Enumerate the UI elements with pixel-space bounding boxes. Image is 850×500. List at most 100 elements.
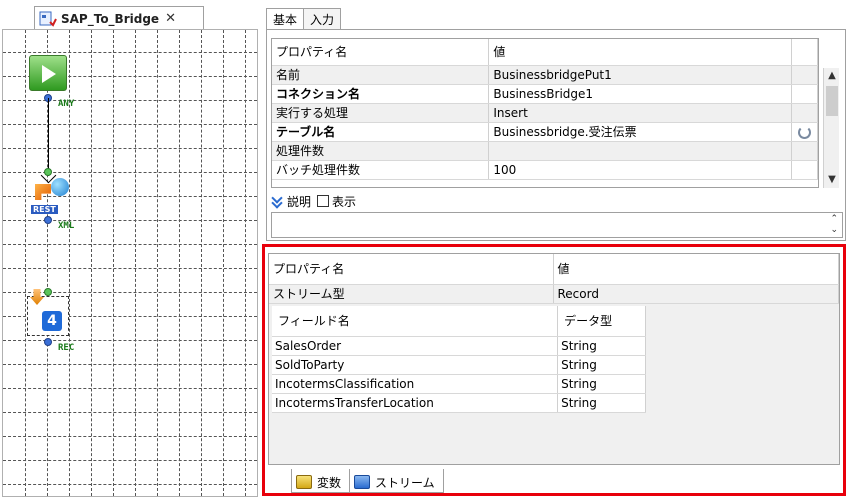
property-row[interactable]: バッチ処理件数 100 (272, 160, 818, 180)
flow-canvas[interactable] (2, 29, 258, 497)
show-description-checkbox[interactable] (317, 195, 330, 207)
bridge-output-label: REC (58, 343, 75, 353)
property-value[interactable]: Insert (488, 103, 793, 123)
stream-icon (354, 475, 371, 489)
rest-node-label: REST (31, 205, 58, 214)
grid-line (3, 484, 257, 485)
property-row[interactable]: コネクション名 BusinessBridge1 (272, 84, 818, 104)
property-name: テーブル名 (272, 122, 490, 142)
property-name: 名前 (272, 65, 490, 85)
property-value[interactable] (488, 141, 793, 161)
field-grid-header: フィールド名 データ型 (272, 306, 646, 337)
start-node[interactable] (29, 55, 67, 91)
scroll-down-icon[interactable]: ▼ (824, 172, 840, 188)
property-tabs: 基本 入力 (266, 8, 342, 30)
tab-variables[interactable]: 変数 (291, 469, 351, 493)
property-row[interactable]: 処理件数 (272, 141, 818, 161)
property-value[interactable]: BusinessbridgePut1 (488, 65, 793, 85)
rest-output-label: XML (58, 221, 75, 231)
rest-node[interactable]: REST (29, 178, 69, 216)
show-description-label: 表示 (332, 194, 357, 209)
double-chevron-down-icon[interactable] (271, 195, 283, 207)
tab-stream-label: ストリーム (375, 475, 435, 490)
stream-panel-highlight: プロパティ名 値 ストリーム型 Record フィールド名 データ型 Sales… (262, 244, 846, 496)
flow-file-icon (39, 11, 57, 27)
grid-line (3, 388, 257, 389)
tab-input[interactable]: 入力 (303, 8, 342, 30)
grid-line (3, 148, 257, 149)
field-row[interactable]: IncotermsClassification String (272, 374, 646, 394)
grid-line (3, 460, 257, 461)
property-value[interactable]: Businessbridge.受注伝票 (488, 122, 793, 142)
grid-line (3, 100, 257, 101)
field-type[interactable]: String (557, 355, 646, 375)
scrollbar-thumb[interactable] (826, 86, 838, 116)
grid-line (3, 268, 257, 269)
flow-connector[interactable] (48, 98, 49, 176)
field-grid: フィールド名 データ型 SalesOrder String SoldToPart… (272, 306, 646, 413)
variable-icon (296, 475, 312, 489)
field-type[interactable]: String (557, 374, 646, 394)
property-grid-scrollbar[interactable]: ▲ ▼ (823, 68, 839, 188)
tab-stream[interactable]: ストリーム (349, 469, 444, 493)
property-grid: プロパティ名 値 名前 BusinessbridgePut1 コネクション名 B… (271, 38, 819, 188)
property-value-header: 値 (488, 39, 793, 66)
property-name: バッチ処理件数 (272, 160, 490, 180)
field-type[interactable]: String (557, 393, 646, 413)
flow-designer-pane: SAP_To_Bridge ✕ ANY REST XML 4 REC (0, 0, 262, 500)
rest-input-port[interactable] (44, 168, 52, 176)
property-value[interactable]: 100 (488, 160, 793, 180)
rest-arrow-icon (35, 184, 51, 200)
businessbridge-put-node[interactable]: 4 (27, 289, 69, 336)
bottom-tabs: 変数 ストリーム (291, 469, 444, 493)
property-name-header: プロパティ名 (272, 39, 490, 66)
field-name[interactable]: SalesOrder (272, 336, 559, 356)
field-row[interactable]: SalesOrder String (272, 336, 646, 356)
rest-output-port[interactable] (44, 216, 52, 224)
grid-line (3, 172, 257, 173)
play-icon (42, 65, 56, 83)
grid-line (3, 412, 257, 413)
grid-line (3, 364, 257, 365)
field-row[interactable]: IncotermsTransferLocation String (272, 393, 646, 413)
start-output-label: ANY (58, 99, 75, 109)
description-spinner[interactable]: ⌃ ⌄ (830, 214, 838, 236)
flow-tab-title: SAP_To_Bridge (61, 11, 160, 26)
field-row[interactable]: SoldToParty String (272, 355, 646, 375)
businessbridge-icon: 4 (42, 311, 62, 331)
grid-line (3, 292, 257, 293)
description-label: 説明 (287, 194, 312, 209)
properties-pane: 基本 入力 プロパティ名 値 名前 BusinessbridgePut1 コネク… (262, 0, 850, 500)
refresh-icon (798, 125, 811, 139)
stream-property-value-header: 値 (553, 254, 839, 285)
bridge-input-port[interactable] (44, 288, 52, 296)
globe-icon (51, 178, 69, 196)
bridge-output-port[interactable] (44, 338, 52, 346)
grid-line (3, 220, 257, 221)
property-value[interactable]: BusinessBridge1 (488, 84, 793, 104)
field-name[interactable]: SoldToParty (272, 355, 559, 375)
grid-line (3, 52, 257, 53)
stream-type-name: ストリーム型 (269, 284, 554, 304)
close-icon[interactable]: ✕ (165, 11, 176, 26)
stream-type-value[interactable]: Record (553, 284, 839, 304)
field-name-header: フィールド名 (272, 306, 559, 337)
field-name[interactable]: IncotermsTransferLocation (272, 393, 559, 413)
stream-type-row[interactable]: ストリーム型 Record (269, 284, 839, 304)
property-name: 処理件数 (272, 141, 490, 161)
data-type-header: データ型 (557, 306, 646, 337)
field-name[interactable]: IncotermsClassification (272, 374, 559, 394)
field-type[interactable]: String (557, 336, 646, 356)
scroll-up-icon[interactable]: ▲ (824, 68, 840, 84)
description-text-area[interactable]: ⌃ ⌄ (271, 212, 843, 238)
grid-line (3, 244, 257, 245)
refresh-button[interactable] (791, 122, 818, 142)
tab-basic[interactable]: 基本 (266, 8, 305, 30)
property-row[interactable]: 名前 BusinessbridgePut1 (272, 65, 818, 85)
basic-properties-panel: プロパティ名 値 名前 BusinessbridgePut1 コネクション名 B… (266, 29, 846, 241)
property-row[interactable]: 実行する処理 Insert (272, 103, 818, 123)
stream-property-grid: プロパティ名 値 ストリーム型 Record (269, 254, 839, 304)
property-name: コネクション名 (272, 84, 490, 104)
property-row[interactable]: テーブル名 Businessbridge.受注伝票 (272, 122, 818, 142)
flow-tab[interactable]: SAP_To_Bridge ✕ (34, 6, 204, 30)
